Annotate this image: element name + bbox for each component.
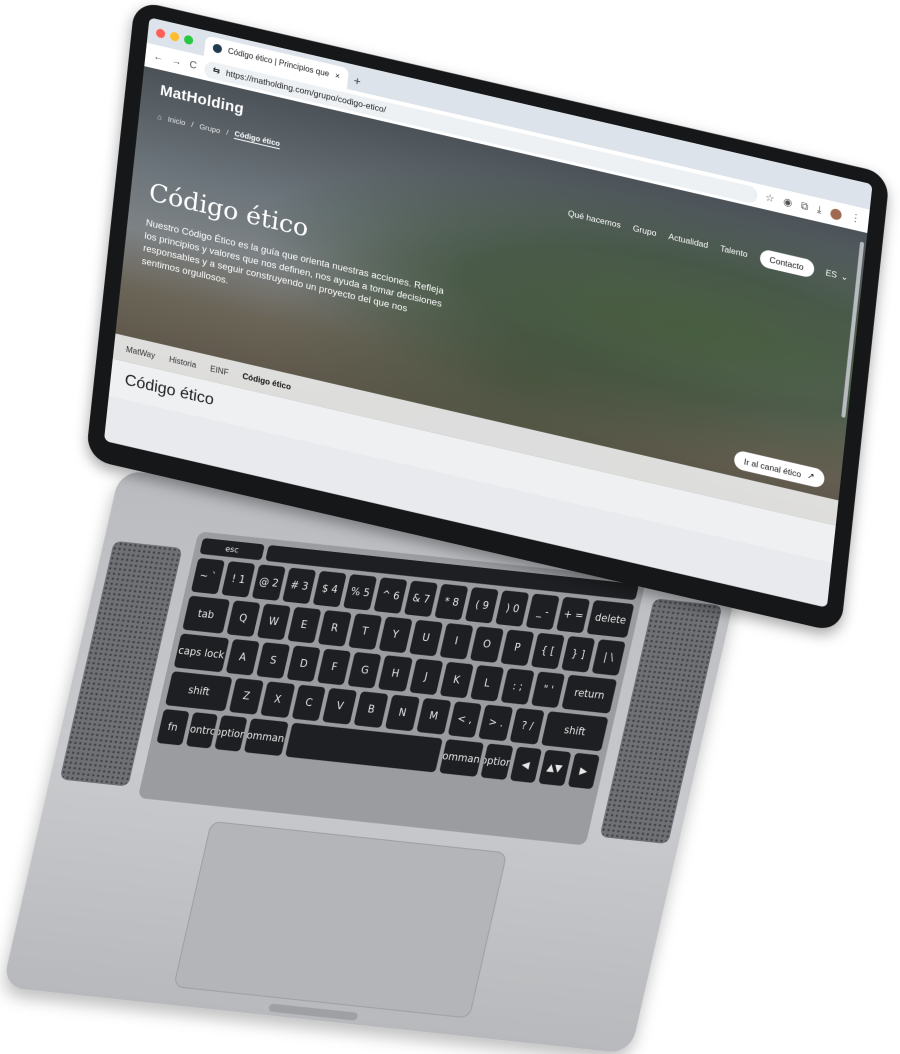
key[interactable]: < ,	[447, 701, 483, 738]
screen-bezel: Código ético | Principios que × + ← → C …	[85, 0, 890, 633]
key-command-left[interactable]: command	[243, 718, 289, 757]
key[interactable]: C	[291, 684, 327, 722]
key[interactable]: V	[322, 687, 358, 725]
key[interactable]: Q	[225, 600, 261, 637]
close-window-button[interactable]	[155, 27, 166, 39]
key-control[interactable]: control	[185, 712, 219, 749]
nav-que-hacemos[interactable]: Qué hacemos	[567, 208, 621, 230]
key-arrow-left[interactable]: ◀	[509, 746, 543, 784]
breadcrumb-separator: /	[190, 119, 194, 129]
breadcrumb-home[interactable]: Inicio	[167, 114, 185, 127]
key[interactable]: J	[408, 658, 444, 696]
key-option-left[interactable]: option	[214, 715, 248, 752]
key[interactable]: M	[416, 697, 452, 735]
reload-icon[interactable]: C	[189, 59, 197, 71]
key[interactable]: : ;	[500, 668, 535, 705]
key[interactable]: H	[378, 655, 413, 692]
breadcrumb-current: Código ético	[233, 129, 281, 150]
nav-talento[interactable]: Talento	[720, 243, 748, 259]
key[interactable]: N	[384, 694, 420, 732]
site-logo[interactable]: MatHolding	[159, 82, 244, 118]
profile-avatar[interactable]	[829, 207, 843, 221]
key-option-right[interactable]: option	[480, 743, 514, 780]
breadcrumb-separator: /	[225, 127, 229, 137]
subnav-matway[interactable]: MatWay	[126, 345, 156, 360]
menu-dots-icon[interactable]: ⋮	[850, 212, 861, 225]
subnav-historia[interactable]: Historia	[169, 354, 197, 369]
key[interactable]: G	[347, 651, 383, 689]
breadcrumb: ⌂ Inicio / Grupo / Código ético	[157, 111, 281, 150]
laptop: esc ~ ` ! 1 @ 2 # 3 $ 4 % 5 ^ 6 & 7 * 8 …	[0, 0, 900, 1054]
section-subnav: MatWay Historia EINF Código ético	[112, 333, 839, 526]
key[interactable]: F	[317, 648, 352, 686]
key[interactable]: T	[347, 613, 383, 650]
breadcrumb-grupo[interactable]: Grupo	[199, 121, 221, 135]
key[interactable]: L	[469, 664, 505, 702]
browser-window: Código ético | Principios que × + ← → C …	[103, 17, 873, 608]
key-return[interactable]: return	[561, 674, 618, 714]
key[interactable]: S	[256, 642, 291, 679]
key[interactable]: D	[286, 645, 321, 683]
key-shift-left[interactable]: shift	[164, 671, 233, 712]
key[interactable]: K	[439, 661, 474, 699]
lid-opening-notch	[268, 1003, 359, 1021]
nav-actualidad[interactable]: Actualidad	[668, 231, 709, 250]
ethics-channel-label: Ir al canal ético	[743, 456, 802, 480]
bookmark-star-icon[interactable]: ☆	[765, 192, 775, 205]
key[interactable]: R	[317, 609, 352, 647]
chevron-down-icon: ⌄	[840, 270, 849, 283]
tab-close-icon[interactable]: ×	[335, 71, 341, 81]
key-shift-right[interactable]: shift	[540, 711, 609, 752]
maximize-window-button[interactable]	[183, 33, 194, 45]
contact-button[interactable]: Contacto	[758, 248, 815, 279]
key-arrow-right[interactable]: ▶	[567, 752, 600, 790]
key-tab[interactable]: tab	[182, 595, 230, 634]
arrow-up-right-icon: ↗	[806, 470, 815, 482]
home-icon[interactable]: ⌂	[157, 112, 162, 122]
subnav-codigo-etico[interactable]: Código ético	[242, 371, 291, 391]
new-tab-button[interactable]: +	[353, 70, 362, 92]
key-fn[interactable]: fn	[156, 708, 190, 746]
key[interactable]: X	[260, 681, 296, 719]
key[interactable]: " '	[531, 671, 566, 709]
subnav-einf[interactable]: EINF	[210, 364, 229, 377]
key[interactable]: W	[256, 603, 291, 641]
camera-icon[interactable]: ◉	[783, 196, 793, 209]
key[interactable]: Z	[228, 677, 264, 715]
key-caps-lock[interactable]: caps lock	[173, 633, 230, 673]
key[interactable]: ? /	[509, 707, 545, 745]
forward-arrow-icon[interactable]: →	[171, 55, 182, 68]
language-selector[interactable]: ES ⌄	[825, 267, 849, 283]
key[interactable]: A	[225, 638, 260, 676]
extensions-icon[interactable]: ⧉	[800, 200, 808, 212]
trackpad[interactable]	[173, 820, 508, 1019]
key[interactable]: B	[353, 691, 389, 729]
back-arrow-icon[interactable]: ←	[153, 51, 164, 64]
key[interactable]: > .	[478, 704, 514, 742]
download-icon[interactable]: ⤓	[817, 204, 823, 216]
nav-grupo[interactable]: Grupo	[632, 223, 657, 238]
site-info-icon[interactable]: ⇆	[212, 65, 220, 77]
key-arrow-up-down[interactable]: ▲▼	[538, 749, 571, 787]
minimize-window-button[interactable]	[169, 30, 180, 42]
site-favicon-icon	[212, 43, 223, 54]
key[interactable]: E	[286, 606, 322, 644]
key-command-right[interactable]: command	[438, 739, 485, 777]
language-label: ES	[825, 267, 838, 280]
